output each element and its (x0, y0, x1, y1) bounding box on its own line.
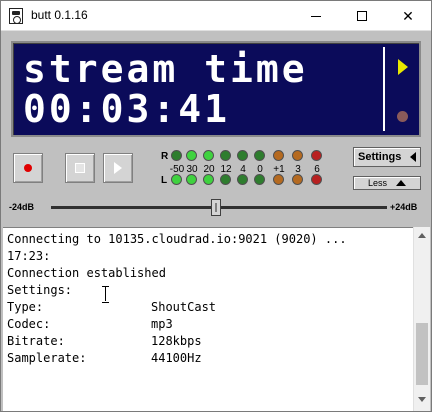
vu-led-left (203, 174, 214, 185)
scroll-down-arrow-icon[interactable] (418, 397, 426, 402)
vu-led-left (273, 174, 284, 185)
vu-led-right (186, 150, 197, 161)
vu-led-right (171, 150, 182, 161)
display-divider (383, 47, 385, 131)
log-setting-value: 128kbps (151, 334, 202, 348)
gain-slider-thumb[interactable] (211, 199, 221, 216)
log-setting-key: Codec: (7, 317, 51, 331)
scroll-up-arrow-icon[interactable] (418, 233, 426, 238)
close-icon: ✕ (402, 7, 414, 24)
window-title: butt 0.1.16 (31, 8, 88, 22)
vu-led-right (254, 150, 265, 161)
vu-led-right (203, 150, 214, 161)
stream-time: 00:03:41 (23, 87, 231, 131)
less-button[interactable]: Less (353, 176, 421, 190)
record-button[interactable] (13, 153, 43, 183)
log-scrollbar[interactable] (413, 227, 430, 411)
log-line: Connection established (7, 266, 166, 280)
gain-max-label: +24dB (390, 202, 418, 212)
vu-led-right (292, 150, 303, 161)
title-bar: butt 0.1.16 ✕ (1, 1, 431, 31)
maximize-icon (357, 11, 367, 21)
log-setting-key: Bitrate: (7, 334, 65, 348)
log-setting-key: Type: (7, 300, 44, 314)
record-icon (24, 164, 32, 172)
maximize-button[interactable] (339, 1, 385, 31)
collapse-arrow-icon (396, 180, 406, 186)
vu-led-left (311, 174, 322, 185)
lcd-display[interactable]: stream time 00:03:41 (11, 41, 421, 137)
record-indicator-icon (397, 111, 408, 122)
vu-channel-left-label: L (161, 175, 168, 186)
vu-led-right (273, 150, 284, 161)
play-icon (114, 162, 122, 174)
log-output[interactable]: Connecting to 10135.cloudrad.io:9021 (90… (3, 227, 429, 411)
vu-led-left (254, 174, 265, 185)
log-line: 17:23: (7, 249, 51, 263)
log-setting-value: 44100Hz (151, 351, 202, 365)
log-setting-value: ShoutCast (151, 300, 217, 314)
log-line: Connecting to 10135.cloudrad.io:9021 (90… (7, 232, 347, 246)
stop-icon (75, 163, 85, 173)
play-button[interactable] (103, 153, 133, 183)
close-button[interactable]: ✕ (385, 1, 431, 31)
speaker-icon (9, 8, 23, 24)
less-label: Less (368, 178, 388, 188)
display-label: stream time (23, 47, 308, 91)
display-next-arrow-icon[interactable] (398, 59, 408, 75)
vu-led-left (171, 174, 182, 185)
log-line: Settings: (7, 283, 73, 297)
stop-button[interactable] (65, 153, 95, 183)
settings-arrow-icon (410, 152, 416, 162)
vu-led-left (237, 174, 248, 185)
minimize-icon (311, 15, 321, 17)
vu-led-left (186, 174, 197, 185)
vu-led-right (311, 150, 322, 161)
text-cursor-icon (102, 286, 109, 303)
vu-led-left (220, 174, 231, 185)
log-setting-value: mp3 (151, 317, 173, 331)
vu-channel-right-label: R (161, 151, 169, 162)
vu-led-right (237, 150, 248, 161)
minimize-button[interactable] (293, 1, 339, 31)
scrollbar-thumb[interactable] (416, 323, 428, 385)
gain-min-label: -24dB (9, 202, 35, 212)
app-window: butt 0.1.16 ✕ stream time 00:03:41 R L -… (0, 0, 432, 412)
settings-button[interactable]: Settings (353, 147, 421, 167)
settings-label: Settings (358, 151, 402, 163)
log-setting-key: Samplerate: (7, 351, 87, 365)
vu-led-right (220, 150, 231, 161)
vu-led-left (292, 174, 303, 185)
